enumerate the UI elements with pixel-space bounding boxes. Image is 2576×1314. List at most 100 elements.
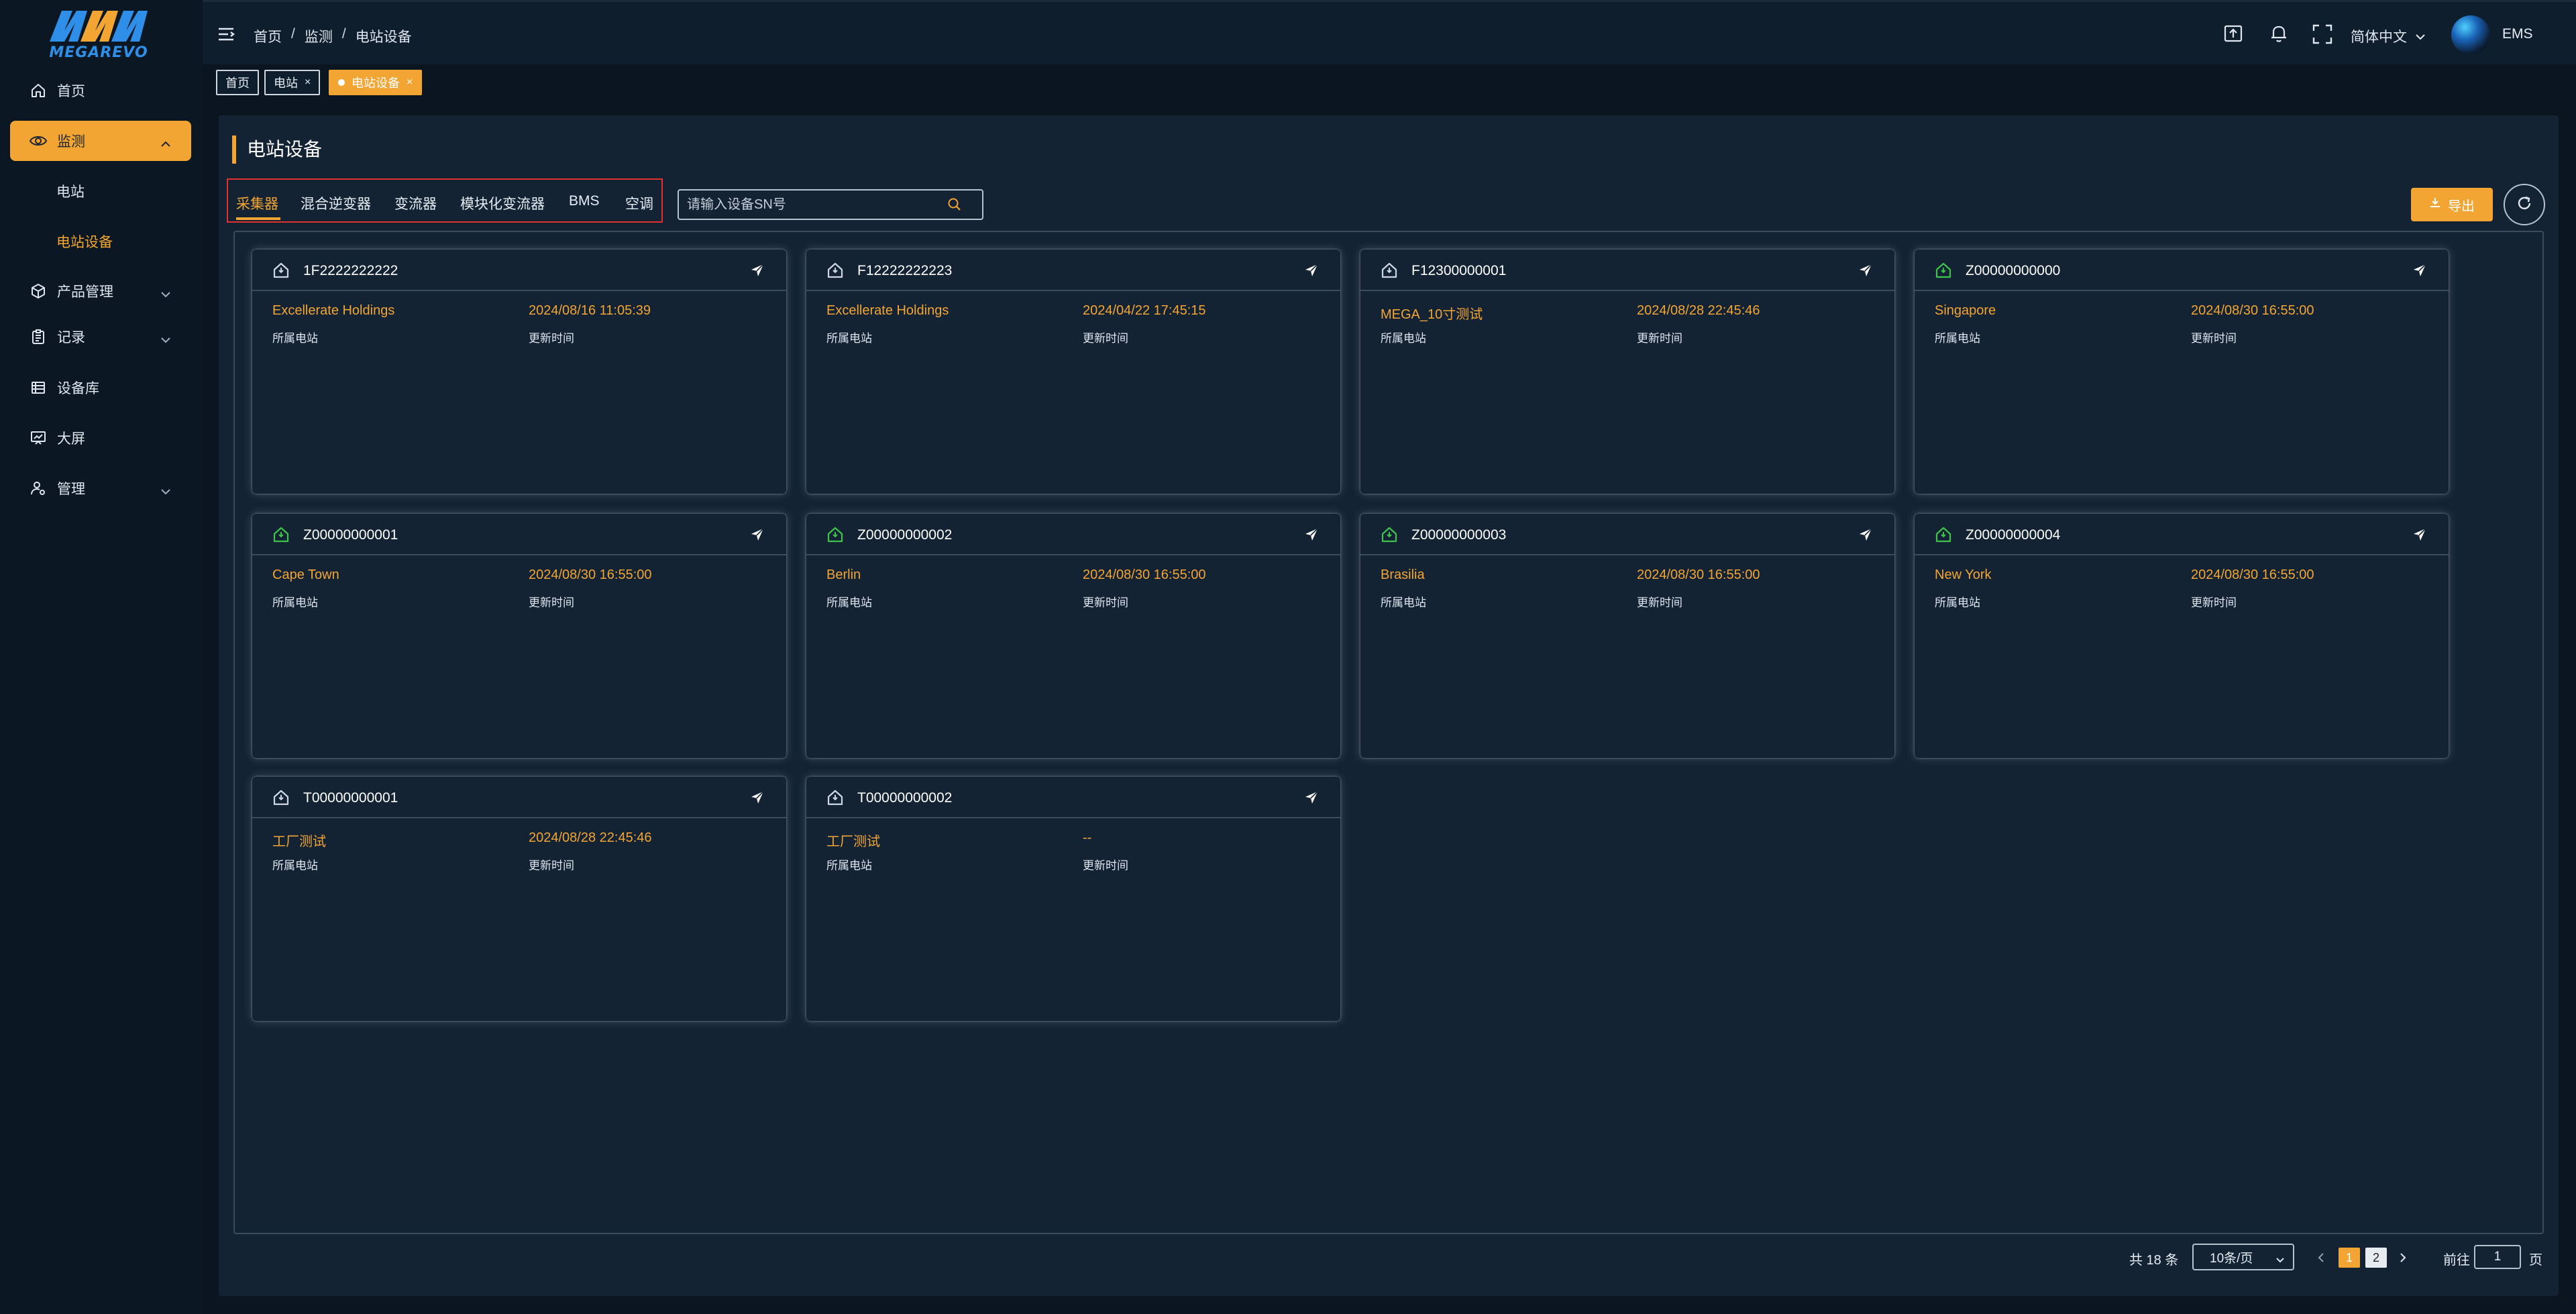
sidebar-item-home[interactable]: 首页 — [10, 70, 191, 111]
send-icon[interactable] — [1304, 527, 1319, 545]
tab-home[interactable]: 首页 — [216, 70, 259, 95]
sidebar-item-device-library[interactable]: 设备库 — [10, 368, 191, 408]
device-sn: 1F2222222222 — [303, 263, 398, 278]
logo-text: MEGAREVO — [49, 44, 148, 61]
bell-icon[interactable] — [2269, 23, 2289, 47]
breadcrumb-separator: / — [291, 26, 295, 42]
send-icon[interactable] — [750, 790, 765, 808]
sidebar-item-label: 产品管理 — [57, 284, 113, 300]
send-icon[interactable] — [750, 527, 765, 545]
language-select[interactable]: 简体中文 — [2351, 26, 2426, 46]
sidebar-item-big-screen[interactable]: 大屏 — [10, 418, 191, 458]
send-icon[interactable] — [1304, 263, 1319, 281]
sidebar-item-station-device[interactable]: 电站设备 — [56, 231, 113, 252]
fullscreen-icon[interactable] — [2312, 23, 2333, 48]
tab-converter[interactable]: 变流器 — [394, 193, 437, 213]
send-icon[interactable] — [2412, 527, 2427, 545]
device-card[interactable]: Z00000000003 Brasilia 所属电站 2024/08/30 16… — [1360, 514, 1894, 758]
breadcrumb: 首页 / 监测 / 电站设备 — [254, 26, 412, 46]
tab-hybrid-inverter[interactable]: 混合逆变器 — [301, 193, 371, 213]
update-time-label: 更新时间 — [2191, 596, 2237, 609]
prev-page-icon[interactable] — [2310, 1248, 2332, 1268]
tab-bms[interactable]: BMS — [569, 193, 600, 209]
chevron-down-icon — [160, 331, 171, 347]
update-time: 2024/08/30 16:55:00 — [1083, 567, 1206, 582]
device-card[interactable]: Z00000000004 New York 所属电站 2024/08/30 16… — [1915, 514, 2449, 758]
device-card[interactable]: Z00000000002 Berlin 所属电站 2024/08/30 16:5… — [806, 514, 1340, 758]
next-page-icon[interactable] — [2392, 1248, 2414, 1268]
card-header: F12300000001 — [1360, 250, 1894, 291]
station-name: 工厂测试 — [826, 834, 880, 849]
search-icon[interactable] — [947, 197, 962, 215]
language-label: 简体中文 — [2351, 30, 2407, 45]
send-icon[interactable] — [1858, 527, 1873, 545]
page-number[interactable]: 2 — [2365, 1248, 2387, 1268]
device-sn: T00000000001 — [303, 790, 398, 806]
device-card[interactable]: 1F2222222222 Excellerate Holdings 所属电站 2… — [252, 250, 786, 494]
card-header: T00000000002 — [806, 777, 1340, 818]
send-icon[interactable] — [750, 263, 765, 281]
device-sn: T00000000002 — [857, 790, 953, 806]
station-name: 工厂测试 — [272, 834, 326, 849]
update-time: 2024/08/30 16:55:00 — [2191, 303, 2314, 318]
page-suffix-label: 页 — [2529, 1253, 2542, 1268]
tab-station[interactable]: 电站 × — [264, 70, 321, 95]
search-input[interactable] — [678, 189, 983, 220]
device-sn: F12300000001 — [1411, 263, 1507, 278]
station-label: 所属电站 — [1381, 332, 1426, 345]
breadcrumb-item-monitor[interactable]: 监测 — [305, 26, 333, 46]
tab-collector[interactable]: 采集器 — [236, 193, 278, 213]
send-icon[interactable] — [1858, 263, 1873, 281]
close-icon[interactable]: × — [407, 76, 413, 89]
device-card[interactable]: F12222222223 Excellerate Holdings 所属电站 2… — [806, 250, 1340, 494]
menu-toggle-icon[interactable] — [217, 26, 235, 46]
device-card[interactable]: T00000000002 工厂测试 所属电站 -- 更新时间 — [806, 777, 1340, 1021]
page-size-label: 10条/页 — [2210, 1251, 2253, 1266]
update-time-label: 更新时间 — [529, 859, 574, 872]
send-icon[interactable] — [1304, 790, 1319, 808]
tab-air-conditioner[interactable]: 空调 — [625, 193, 653, 213]
page-size-select[interactable]: 10条/页 — [2192, 1244, 2294, 1270]
tab-modular-converter[interactable]: 模块化变流器 — [460, 193, 545, 213]
breadcrumb-item-home[interactable]: 首页 — [254, 26, 282, 46]
refresh-button[interactable] — [2504, 184, 2545, 225]
export-button[interactable]: 导出 — [2411, 188, 2493, 221]
station-home-icon — [272, 526, 290, 547]
sidebar-item-label: 大屏 — [57, 431, 85, 447]
device-sn: Z00000000003 — [1411, 527, 1507, 543]
device-card[interactable]: Z00000000000 Singapore 所属电站 2024/08/30 1… — [1915, 250, 2449, 494]
chevron-down-icon — [2415, 28, 2426, 44]
avatar[interactable] — [2451, 15, 2490, 54]
book-icon[interactable] — [2223, 23, 2243, 47]
screen-icon — [29, 429, 48, 447]
user-gear-icon — [29, 479, 48, 498]
station-label: 所属电站 — [1935, 596, 1980, 609]
update-time: 2024/08/30 16:55:00 — [529, 567, 652, 582]
station-home-icon — [826, 789, 844, 810]
station-label: 所属电站 — [826, 332, 872, 345]
breadcrumb-item-current: 电站设备 — [355, 30, 412, 45]
update-time: 2024/08/30 16:55:00 — [2191, 567, 2314, 582]
update-time-label: 更新时间 — [1083, 332, 1128, 345]
page-number-current[interactable]: 1 — [2339, 1248, 2360, 1268]
sidebar-item-records[interactable]: 记录 — [10, 317, 191, 357]
sidebar-item-manage[interactable]: 管理 — [10, 468, 191, 508]
device-card[interactable]: F12300000001 MEGA_10寸测试 所属电站 2024/08/28 … — [1360, 250, 1894, 494]
sidebar-item-monitor[interactable]: 监测 — [10, 121, 191, 161]
active-dot-icon — [338, 79, 345, 86]
update-time: 2024/04/22 17:45:15 — [1083, 303, 1206, 318]
device-card[interactable]: Z00000000001 Cape Town 所属电站 2024/08/30 1… — [252, 514, 786, 758]
sidebar-item-label: 首页 — [57, 84, 85, 99]
goto-page-input[interactable] — [2474, 1245, 2521, 1269]
close-icon[interactable]: × — [305, 76, 311, 89]
sidebar-item-product[interactable]: 产品管理 — [10, 271, 191, 311]
card-header: Z00000000000 — [1915, 250, 2449, 291]
username[interactable]: EMS — [2502, 26, 2533, 42]
clipboard-icon — [29, 327, 48, 346]
device-card[interactable]: T00000000001 工厂测试 所属电站 2024/08/28 22:45:… — [252, 777, 786, 1021]
card-header: Z00000000002 — [806, 514, 1340, 555]
card-header: T00000000001 — [252, 777, 786, 818]
send-icon[interactable] — [2412, 263, 2427, 281]
sidebar-item-station[interactable]: 电站 — [56, 181, 85, 201]
tab-station-device[interactable]: 电站设备 × — [329, 70, 423, 95]
